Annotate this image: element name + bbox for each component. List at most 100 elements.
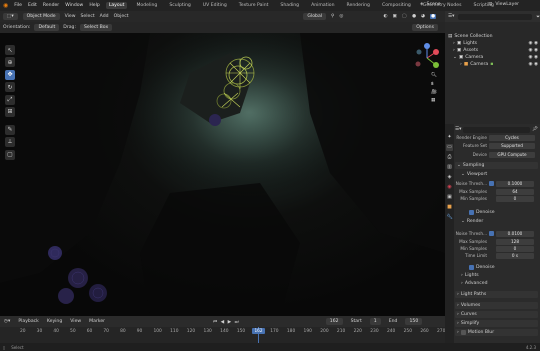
options-dropdown[interactable]: Options — [412, 24, 438, 31]
shading-material-icon[interactable]: ◕ — [421, 14, 425, 19]
motion-blur-checkbox[interactable] — [460, 330, 466, 335]
menu-object[interactable]: Object — [114, 14, 129, 19]
render-engine-dropdown[interactable]: Cycles — [489, 134, 535, 141]
object-tab-icon[interactable]: ■ — [446, 204, 453, 211]
r-noise-threshold-field[interactable]: 0.0100 — [496, 230, 534, 237]
vp-denoise-checkbox[interactable] — [469, 210, 474, 215]
outliner-scene-collection[interactable]: ▤ Scene Collection — [445, 33, 540, 40]
time-limit-field[interactable]: 0 s — [496, 252, 534, 259]
light-paths-panel-header[interactable]: › Light Paths — [455, 291, 538, 298]
rotate-icon[interactable]: ↻ — [5, 82, 15, 93]
properties-editor[interactable]: ✦ ▭ ⎙ ▥ ◈ ◉ ▣ ■ 🔧︎ ☰▾ 📌︎ Render Engine C… — [445, 124, 540, 351]
timeline-view-menu[interactable]: View — [70, 319, 81, 324]
end-frame-field[interactable]: 150 — [405, 318, 423, 325]
tab-layout[interactable]: Layout — [105, 2, 128, 9]
volumes-panel-header[interactable]: › Volumes — [455, 302, 538, 309]
navigation-gizmo[interactable] — [412, 43, 442, 83]
move-icon[interactable]: ✥ — [5, 69, 15, 80]
menu-view[interactable]: View — [65, 14, 76, 19]
viewport-subpanel-header[interactable]: ⌄ Viewport — [455, 171, 540, 178]
lights-subpanel-header[interactable]: › Lights — [455, 272, 540, 279]
noise-threshold-checkbox[interactable] — [489, 181, 494, 186]
feature-set-dropdown[interactable]: Supported — [489, 142, 535, 149]
curves-panel-header[interactable]: › Curves — [455, 311, 538, 318]
tab-animation[interactable]: Animation — [308, 2, 337, 9]
tab-shading[interactable]: Shading — [277, 2, 302, 9]
filter-icon[interactable]: ⏷ — [536, 14, 540, 20]
xray-icon[interactable]: ▣ — [392, 14, 396, 19]
pin-icon[interactable]: 📌︎ — [532, 127, 538, 132]
advanced-subpanel-header[interactable]: › Advanced — [455, 280, 540, 287]
view-layer-name[interactable]: ViewLayer — [495, 2, 519, 7]
output-tab-icon[interactable]: ⎙ — [446, 154, 453, 161]
menu-render[interactable]: Render — [43, 3, 59, 8]
scene-name[interactable]: Scene — [427, 2, 441, 7]
shading-rendered-icon[interactable]: ● — [429, 14, 436, 19]
3d-viewport[interactable]: ↖ ⊕ ✥ ↻ ⤢ ⊞ ✎ ⟂ ▢ 🔍︎ ✋︎ 🎥︎ ▦ — [0, 33, 445, 316]
keying-menu[interactable]: Keying — [47, 319, 62, 324]
cursor-icon[interactable]: ↖ — [5, 45, 15, 55]
shading-wire-icon[interactable]: ◯ — [402, 14, 407, 19]
grid-icon[interactable]: ▦ — [431, 98, 437, 103]
menu-edit[interactable]: Edit — [28, 3, 37, 8]
world-tab-icon[interactable]: ◉ — [446, 184, 453, 191]
render-subpanel-header[interactable]: ⌄ Render — [455, 218, 540, 225]
outliner-item-lights[interactable]: › ▣ Lights ◉ ◉ — [445, 40, 540, 47]
vp-max-samples-field[interactable]: 64 — [496, 188, 534, 195]
outliner-item-camera-collection[interactable]: ⌄ ▣ Camera ◉ ◉ — [445, 54, 540, 61]
r-min-samples-field[interactable]: 0 — [496, 245, 534, 252]
scene-selector[interactable]: ◈ Scene — [420, 2, 441, 7]
r-denoise-row[interactable]: Denoise — [455, 264, 540, 271]
properties-editor-icon[interactable]: ☰▾ — [455, 127, 461, 132]
outliner-item-camera-object[interactable]: › ■ Camera ▪ ◉ ◉ — [445, 61, 540, 68]
view-layer-tab-icon[interactable]: ▥ — [446, 164, 453, 171]
vp-denoise-row[interactable]: Denoise — [455, 209, 540, 216]
outliner-editor-icon[interactable]: ☰▾ — [448, 14, 454, 19]
outliner-item-assets[interactable]: › ▣ Assets ◉ ◉ — [445, 47, 540, 54]
scene-tab-icon[interactable]: ◈ — [446, 174, 453, 181]
tab-compositing[interactable]: Compositing — [379, 2, 414, 9]
playhead-marker[interactable]: 162 — [252, 328, 265, 334]
tab-texture-paint[interactable]: Texture Paint — [236, 2, 272, 9]
motion-blur-panel-header[interactable]: › Motion Blur — [455, 329, 538, 336]
visibility-icon[interactable]: ◉ ◉ — [529, 48, 538, 53]
zoom-icon[interactable]: 🔍︎ — [431, 73, 437, 78]
snap-icon[interactable]: ⚲ — [331, 14, 334, 19]
view-layer-selector[interactable]: ▤ ViewLayer — [488, 2, 519, 7]
clock-icon[interactable]: ◷▾ — [4, 319, 10, 324]
expand-icon[interactable]: › — [460, 62, 462, 67]
menu-select[interactable]: Select — [81, 14, 95, 19]
r-max-samples-field[interactable]: 128 — [496, 238, 534, 245]
modifier-tab-icon[interactable]: 🔧︎ — [446, 214, 453, 221]
current-frame-field[interactable]: 162 — [325, 318, 343, 325]
proportional-edit-icon[interactable]: ◎ — [339, 14, 343, 19]
transform-icon[interactable]: ⊞ — [5, 106, 15, 117]
cursor-3d-icon[interactable]: ⊕ — [5, 57, 15, 68]
shading-solid-icon[interactable]: ● — [412, 14, 416, 19]
pan-icon[interactable]: ✋︎ — [431, 81, 437, 87]
marker-menu[interactable]: Marker — [89, 319, 105, 324]
tab-sculpting[interactable]: Sculpting — [166, 2, 193, 9]
camera-view-icon[interactable]: 🎥︎ — [431, 90, 437, 95]
measure-icon[interactable]: ⟂ — [5, 137, 15, 148]
scale-icon[interactable]: ⤢ — [5, 94, 15, 105]
tab-rendering[interactable]: Rendering — [344, 2, 373, 9]
menu-window[interactable]: Window — [65, 3, 83, 8]
sampling-panel-header[interactable]: ⌄ Sampling — [455, 162, 538, 169]
playback-controls[interactable]: ⏮ ◀ ▶ ⏭ — [213, 319, 240, 325]
add-cube-icon[interactable]: ▢ — [5, 149, 15, 160]
device-dropdown[interactable]: GPU Compute — [489, 151, 535, 158]
playback-menu[interactable]: Playback — [18, 319, 39, 324]
simplify-panel-header[interactable]: › Simplify — [455, 320, 538, 327]
collection-tab-icon[interactable]: ▣ — [446, 194, 453, 201]
render-tab-icon[interactable]: ▭ — [446, 144, 453, 151]
blender-logo-icon[interactable]: ◉ — [3, 2, 8, 9]
orientation-dropdown[interactable]: Default — [34, 24, 60, 31]
expand-icon[interactable]: › — [453, 41, 455, 46]
mode-dropdown[interactable]: Object Mode — [22, 13, 60, 20]
tool-tab-icon[interactable]: ✦ — [446, 134, 453, 141]
annotate-icon[interactable]: ✎ — [5, 124, 15, 135]
overlay-icon[interactable]: ◐ — [383, 14, 387, 19]
drag-dropdown[interactable]: Select Box — [80, 24, 113, 31]
outliner-search[interactable] — [458, 13, 533, 20]
